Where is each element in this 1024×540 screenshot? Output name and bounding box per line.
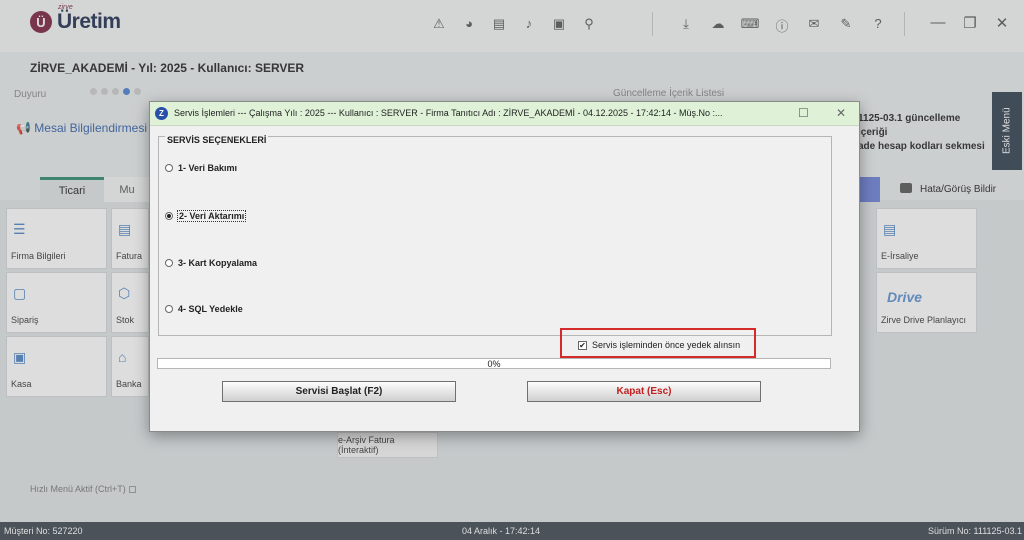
progress-text: 0% (487, 359, 501, 369)
kapat-button[interactable]: Kapat (Esc) (527, 381, 761, 402)
option-veri-bakimi[interactable]: 1- Veri Bakımı (165, 163, 237, 173)
option-sql-yedekle[interactable]: 4- SQL Yedekle (165, 304, 243, 314)
backup-checkbox[interactable]: ✔ (578, 340, 587, 350)
dialog-title: Servis İşlemleri --- Çalışma Yılı : 2025… (174, 108, 723, 118)
backup-option[interactable]: ✔ Servis işleminden önce yedek alınsın (578, 340, 740, 350)
zirve-app-icon: Z (155, 107, 168, 120)
servisi-baslat-button[interactable]: Servisi Başlat (F2) (222, 381, 456, 402)
servis-islemleri-dialog: Z Servis İşlemleri --- Çalışma Yılı : 20… (149, 101, 860, 432)
dialog-close-icon[interactable]: ✕ (836, 106, 846, 120)
progress-bar: 0% (157, 358, 831, 369)
radio-button[interactable] (165, 164, 173, 172)
radio-button[interactable] (165, 259, 173, 267)
backup-checkbox-label: Servis işleminden önce yedek alınsın (592, 340, 741, 350)
option-kart-kopyalama[interactable]: 3- Kart Kopyalama (165, 258, 257, 268)
dialog-title-bar[interactable]: Z Servis İşlemleri --- Çalışma Yılı : 20… (150, 102, 859, 126)
radio-button[interactable] (165, 305, 173, 313)
dialog-maximize-icon[interactable]: ☐ (798, 106, 809, 120)
option-veri-aktarimi[interactable]: 2- Veri Aktarımı (165, 210, 247, 222)
servis-secenekleri-group: SERVİS SEÇENEKLERİ 1- Veri Bakımı 2- Ver… (158, 135, 832, 336)
radio-button[interactable] (165, 212, 173, 220)
group-title: SERVİS SEÇENEKLERİ (165, 135, 269, 145)
